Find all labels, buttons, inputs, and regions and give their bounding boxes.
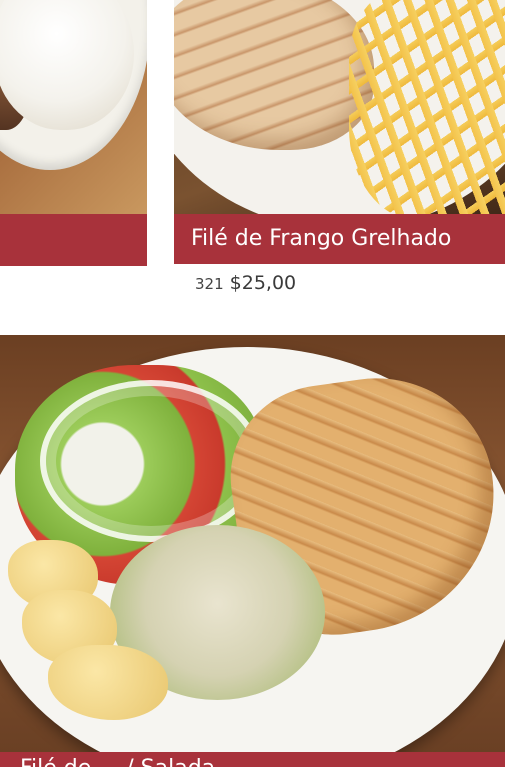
menu-item-photo[interactable] — [0, 335, 505, 755]
menu-item-card[interactable] — [0, 0, 147, 266]
menu-item-price: $25,00 — [229, 272, 297, 294]
menu-item-meta: 321 $25,00 — [195, 272, 296, 294]
menu-item-photo[interactable] — [174, 0, 505, 214]
fries-illustration — [349, 0, 505, 214]
menu-item-title[interactable]: Filé de ... / Salada — [20, 754, 215, 767]
menu-item-card[interactable]: Filé de ... / Salada — [0, 335, 505, 767]
menu-item-photo[interactable] — [0, 0, 147, 214]
menu-item-code: 321 — [195, 275, 224, 293]
onion-rings-illustration — [40, 380, 262, 542]
menu-item-card[interactable]: Filé de Frango Grelhado 321 $25,00 — [174, 0, 505, 300]
menu-item-title-bar[interactable] — [0, 214, 147, 266]
menu-item-title[interactable]: Filé de Frango Grelhado — [191, 222, 451, 256]
grilled-chicken-illustration — [174, 0, 374, 150]
menu-page: Filé de Frango Grelhado 321 $25,00 Filé … — [0, 0, 505, 767]
